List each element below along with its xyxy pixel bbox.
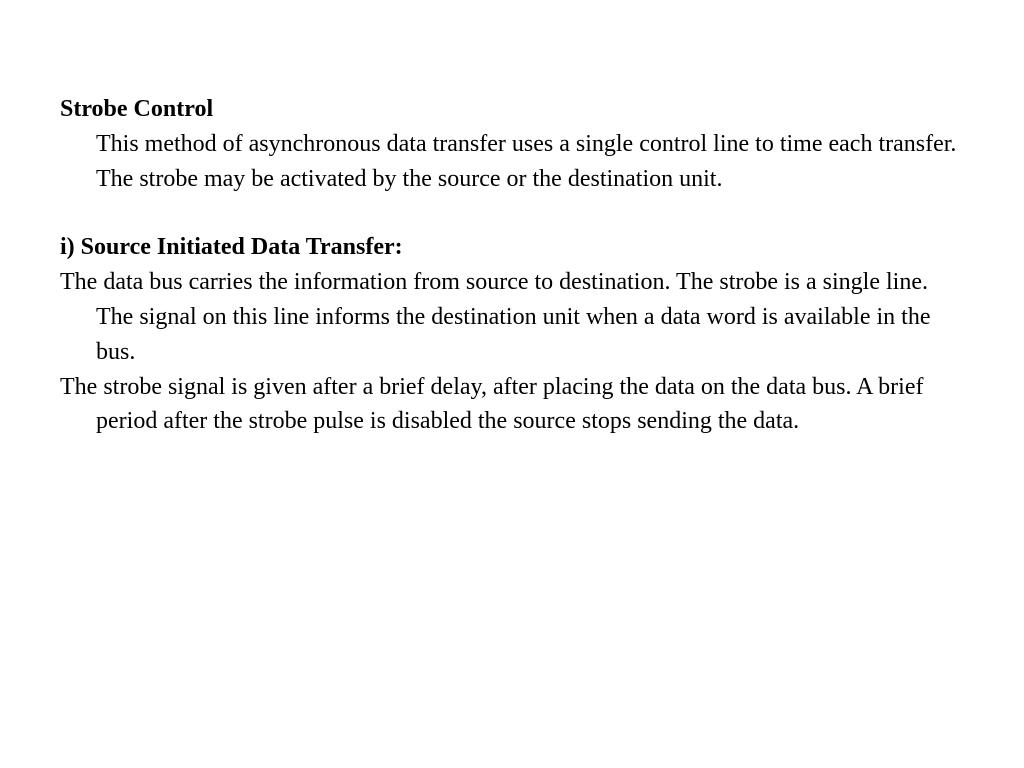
paragraph-source-strobe-signal: The strobe signal is given after a brief…	[60, 370, 964, 440]
section-spacer	[60, 196, 964, 230]
paragraph-strobe-description: This method of asynchronous data transfe…	[60, 127, 964, 197]
paragraph-source-databus: The data bus carries the information fro…	[60, 265, 964, 369]
section-heading-strobe-control: Strobe Control	[60, 92, 964, 127]
section-heading-source-initiated: i) Source Initiated Data Transfer:	[60, 230, 964, 265]
